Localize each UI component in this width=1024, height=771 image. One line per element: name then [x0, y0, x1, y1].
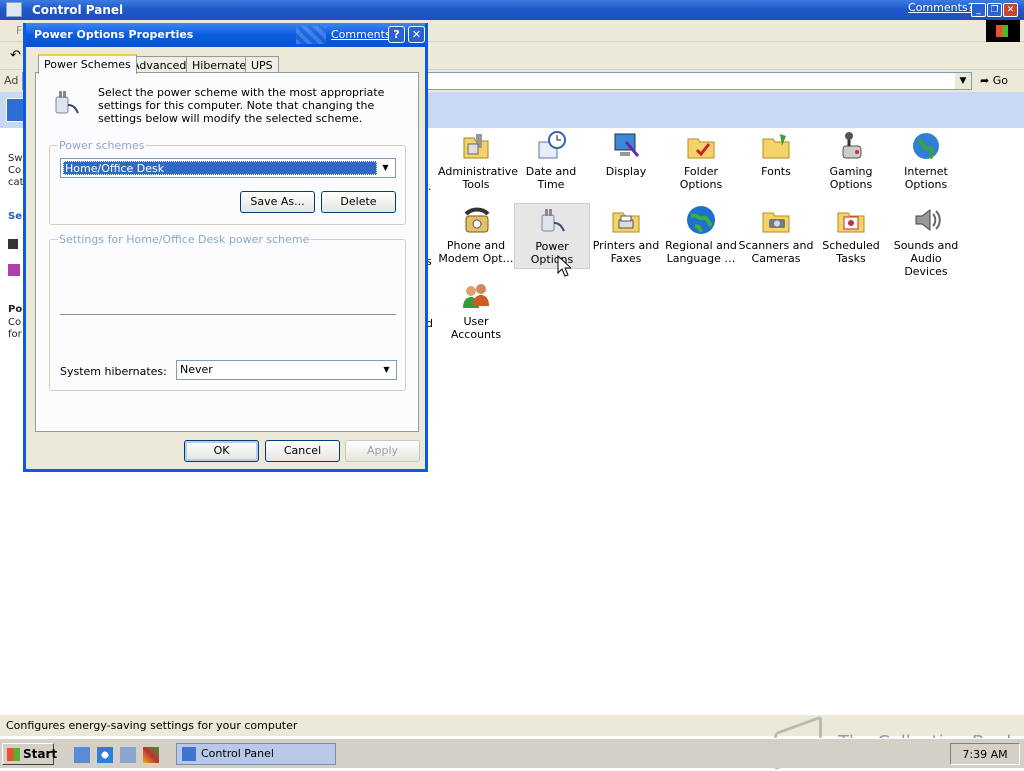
calendar-icon [835, 204, 867, 236]
see-also-icon-1[interactable] [8, 239, 18, 249]
ok-button[interactable]: OK [184, 440, 259, 462]
cp-item-scheduled-tasks[interactable]: Scheduled Tasks [813, 204, 889, 265]
cp-item-user-accounts[interactable]: User Accounts [438, 280, 514, 341]
cp-item-scanners-and-cameras[interactable]: Scanners and Cameras [738, 204, 814, 265]
power-plug-icon [536, 205, 568, 237]
address-label: Ad [4, 74, 19, 87]
tab-ups[interactable]: UPS [245, 56, 279, 73]
close-window-button[interactable]: ✕ [1003, 3, 1018, 17]
left-text-3: cat [8, 177, 24, 188]
cp-item-display[interactable]: Display [588, 130, 664, 178]
cp-item-administrative-tools[interactable]: Administrative Tools [438, 130, 518, 191]
see-also-icon-2[interactable] [8, 264, 20, 276]
system-clock: 7:39 AM [950, 743, 1020, 765]
menu-file[interactable]: F [16, 24, 22, 37]
taskbar: Start Control Panel 7:39 AM [0, 738, 1024, 768]
cp-item-phone-and-modem[interactable]: Phone and Modem Opt… [438, 204, 514, 265]
camera-icon [760, 204, 792, 236]
cp-item-power-options[interactable]: Power Options [514, 203, 590, 269]
quicklaunch-media-icon[interactable] [143, 747, 159, 763]
address-dropdown-icon[interactable]: ▼ [955, 73, 971, 89]
joystick-icon [835, 130, 867, 162]
speaker-icon [910, 204, 942, 236]
quicklaunch-desktop-icon[interactable] [74, 747, 90, 763]
restore-button[interactable]: ❐ [987, 3, 1002, 17]
save-as-button[interactable]: Save As... [240, 191, 315, 213]
power-schemes-group: Power schemes Home/Office Desk ▼ Save As… [49, 139, 406, 225]
cp-item-printers-and-faxes[interactable]: Printers and Faxes [588, 204, 664, 265]
go-button[interactable]: ➦ Go [980, 74, 1008, 87]
left-details-title: Po [8, 304, 23, 315]
titlebar-pattern [296, 26, 326, 44]
left-task-pane: Sw Co cat Se Po Co for [0, 128, 24, 710]
cp-item-internet-options[interactable]: Internet Options [888, 130, 964, 191]
fonts-folder-icon [760, 130, 792, 162]
back-arrow-icon[interactable]: ↶ [10, 48, 21, 63]
intro-text: Select the power scheme with the most ap… [98, 86, 385, 125]
display-icon [610, 130, 642, 162]
comments-link[interactable]: Comments? [908, 1, 973, 14]
phone-icon [460, 204, 492, 236]
cp-item-sounds-and-audio[interactable]: Sounds and Audio Devices [888, 204, 964, 278]
go-arrow-icon: ➦ [980, 74, 990, 87]
left-details-text-1: Co [8, 317, 22, 328]
cp-item-folder-options[interactable]: Folder Options [663, 130, 739, 191]
delete-button[interactable]: Delete [321, 191, 396, 213]
folder-icon [685, 130, 717, 162]
minimize-button[interactable]: _ [971, 3, 986, 17]
dialog-close-button[interactable]: ✕ [408, 26, 425, 43]
status-text: Configures energy-saving settings for yo… [6, 719, 298, 732]
power-options-dialog: Power Options Properties Comments? ? ✕ P… [23, 23, 428, 472]
scheme-settings-legend: Settings for Home/Office Desk power sche… [58, 233, 311, 246]
mouse-cursor-icon [557, 255, 571, 277]
left-details-text-2: for [8, 329, 22, 340]
quicklaunch-ie-icon[interactable] [97, 747, 113, 763]
chevron-down-icon[interactable]: ▼ [379, 363, 394, 377]
apply-button[interactable]: Apply [345, 440, 420, 462]
dialog-title: Power Options Properties [34, 28, 194, 41]
taskbar-button-control-panel[interactable]: Control Panel [176, 743, 336, 765]
power-schemes-legend: Power schemes [58, 139, 146, 152]
help-button[interactable]: ? [388, 26, 405, 43]
cancel-button[interactable]: Cancel [265, 440, 340, 462]
admin-tools-icon [460, 130, 492, 162]
dialog-comments-link[interactable]: Comments? [331, 28, 396, 41]
control-panel-icon [182, 747, 196, 761]
tab-panel-power-schemes: Select the power scheme with the most ap… [35, 72, 419, 432]
quicklaunch-explorer-icon[interactable] [120, 747, 136, 763]
windows-flag-icon [7, 748, 20, 761]
scheme-settings-group: Settings for Home/Office Desk power sche… [49, 233, 406, 391]
power-scheme-value: Home/Office Desk [63, 161, 377, 175]
hibernate-label: System hibernates: [60, 365, 167, 378]
globe-icon [910, 130, 942, 162]
clock-icon [535, 130, 567, 162]
start-button[interactable]: Start [2, 743, 57, 765]
window-titlebar[interactable]: Control Panel Comments? _ ❐ ✕ [0, 0, 1024, 20]
power-scheme-select[interactable]: Home/Office Desk ▼ [60, 158, 396, 178]
users-icon [460, 280, 492, 312]
hibernate-value: Never [180, 363, 213, 376]
cp-item-regional-and-language[interactable]: Regional and Language … [663, 204, 739, 265]
windows-logo [986, 20, 1020, 42]
settings-divider [60, 314, 396, 315]
dialog-titlebar[interactable]: Power Options Properties Comments? ? ✕ [26, 23, 425, 47]
world-icon [685, 204, 717, 236]
cut-label-1: . [428, 180, 432, 193]
windows-flag-icon [996, 25, 1008, 37]
left-text-2: Co [8, 165, 22, 176]
window-title: Control Panel [32, 3, 124, 17]
control-panel-icon [6, 2, 22, 17]
tab-power-schemes[interactable]: Power Schemes [38, 54, 137, 74]
cp-item-gaming-options[interactable]: Gaming Options [813, 130, 889, 191]
left-heading: Se [8, 211, 22, 222]
tab-hibernate[interactable]: Hibernate [186, 56, 253, 73]
cp-item-date-and-time[interactable]: Date and Time [513, 130, 589, 191]
chevron-down-icon[interactable]: ▼ [378, 161, 393, 175]
cp-item-fonts[interactable]: Fonts [738, 130, 814, 178]
hibernate-select[interactable]: Never ▼ [176, 360, 397, 380]
left-text-1[interactable]: Sw [8, 153, 23, 164]
power-plug-icon [50, 87, 82, 119]
printer-icon [610, 204, 642, 236]
